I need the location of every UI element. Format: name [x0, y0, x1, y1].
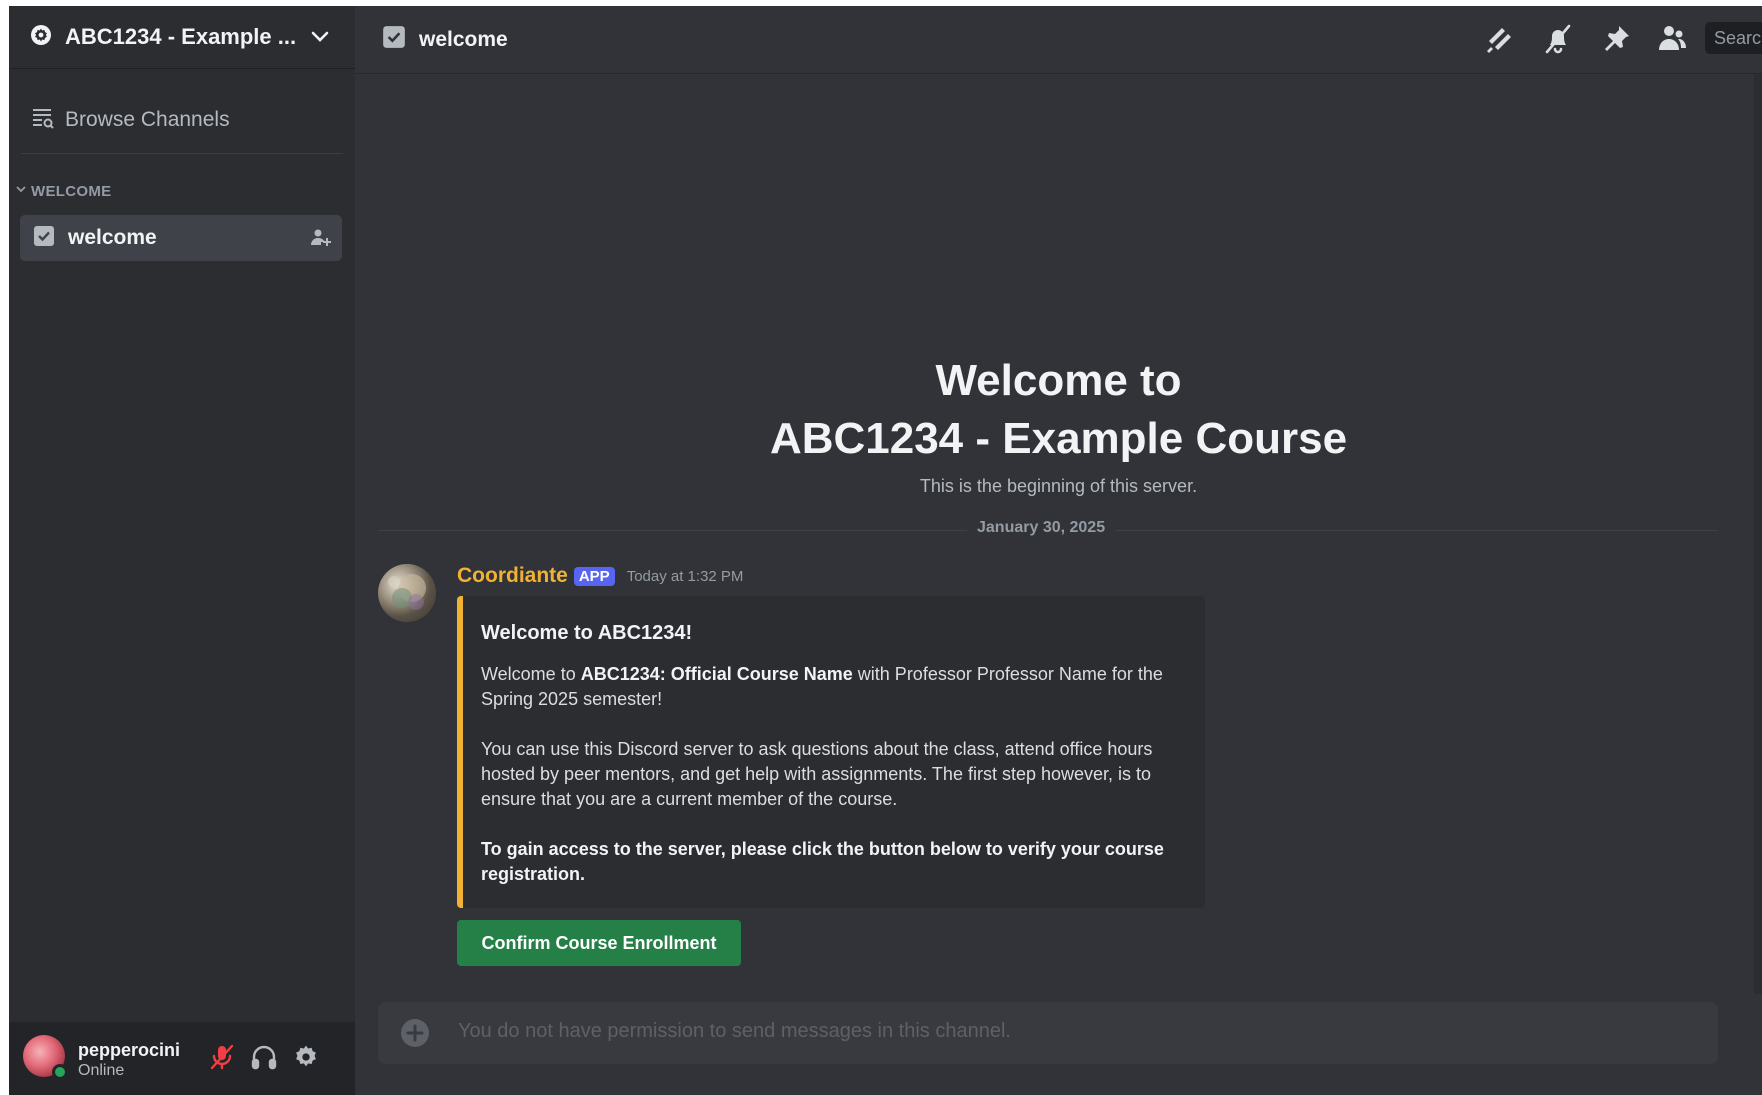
message-author[interactable]: Coordiante: [457, 564, 568, 588]
username[interactable]: pepperocini: [78, 1040, 180, 1061]
category-welcome[interactable]: WELCOME: [15, 182, 111, 200]
members-icon: [1656, 23, 1688, 60]
welcome-heading-line1: Welcome to: [935, 356, 1182, 405]
discord-window: ABC1234 - Example ... Browse Channels WE…: [9, 6, 1762, 1095]
chevron-down-icon: [309, 26, 331, 53]
server-gear-icon: [29, 23, 53, 52]
gear-icon: [293, 1044, 319, 1075]
app-badge: APP: [573, 566, 615, 586]
date-divider-label: January 30, 2025: [967, 519, 1116, 537]
channel-header: welcome Searc: [355, 6, 1762, 74]
create-invite-icon[interactable]: [310, 227, 332, 254]
embed-paragraph-3: To gain access to the server, please cli…: [481, 837, 1181, 887]
member-list-button[interactable]: [1655, 24, 1689, 58]
server-name: ABC1234 - Example ...: [65, 24, 297, 49]
embed-title: Welcome to ABC1234!: [481, 622, 693, 644]
embed-paragraph-2: You can use this Discord server to ask q…: [481, 739, 1153, 809]
embed-p3-bold: To gain access to the server, please cli…: [481, 839, 1164, 884]
pinned-messages-button[interactable]: [1599, 24, 1633, 58]
welcome-heading: Welcome to ABC1234 - Example Course: [355, 352, 1762, 468]
channel-label: welcome: [68, 226, 157, 249]
user-panel: pepperocini Online: [9, 1022, 355, 1095]
message-composer: You do not have permission to send messa…: [378, 1002, 1718, 1064]
rules-channel-icon: [32, 224, 56, 253]
bell-muted-icon: [1542, 23, 1574, 60]
browse-channels-label: Browse Channels: [65, 108, 230, 131]
confirm-enrollment-button[interactable]: Confirm Course Enrollment: [457, 920, 741, 966]
user-settings-button[interactable]: [291, 1044, 321, 1074]
notifications-button[interactable]: [1541, 24, 1575, 58]
sidebar-divider: [21, 153, 343, 154]
header-channel-name: welcome: [419, 27, 508, 51]
chevron-down-icon: [15, 182, 27, 200]
embed-p1-prefix: Welcome to: [481, 664, 581, 684]
server-header[interactable]: ABC1234 - Example ...: [9, 6, 355, 69]
threads-button[interactable]: [1483, 24, 1517, 58]
user-status: Online: [78, 1062, 125, 1079]
header-channel: welcome: [381, 24, 508, 55]
scrollbar[interactable]: [1754, 74, 1762, 994]
category-label: WELCOME: [31, 182, 112, 200]
message-embed: Welcome to ABC1234! Welcome to ABC1234: …: [457, 596, 1205, 908]
channel-sidebar: ABC1234 - Example ... Browse Channels WE…: [9, 6, 355, 1095]
embed-body: Welcome to ABC1234: Official Course Name…: [481, 662, 1181, 912]
composer-placeholder: You do not have permission to send messa…: [458, 1020, 1011, 1042]
deafen-button[interactable]: [249, 1044, 279, 1074]
search-input[interactable]: Search: [1705, 22, 1762, 54]
threads-icon: [1484, 23, 1516, 60]
embed-p1-course-name: ABC1234: Official Course Name: [580, 664, 853, 684]
message-timestamp: Today at 1:32 PM: [626, 567, 744, 585]
online-status-icon: [52, 1064, 68, 1080]
rules-channel-icon: [381, 24, 407, 55]
add-attachment-icon: [400, 1018, 430, 1048]
message-avatar[interactable]: [378, 564, 436, 622]
welcome-subtitle: This is the beginning of this server.: [919, 476, 1198, 496]
pin-icon: [1600, 23, 1632, 60]
microphone-muted-icon: [208, 1043, 236, 1076]
message-header: Coordiante APP Today at 1:32 PM: [457, 564, 743, 588]
welcome-heading-line2: ABC1234 - Example Course: [769, 414, 1348, 463]
sidebar-item-welcome[interactable]: welcome: [20, 215, 342, 261]
browse-channels-icon: [31, 106, 55, 135]
mute-button[interactable]: [207, 1044, 237, 1074]
embed-paragraph-1: Welcome to ABC1234: Official Course Name…: [481, 662, 1181, 712]
browse-channels[interactable]: Browse Channels: [31, 98, 335, 142]
headphones-icon: [251, 1044, 277, 1075]
